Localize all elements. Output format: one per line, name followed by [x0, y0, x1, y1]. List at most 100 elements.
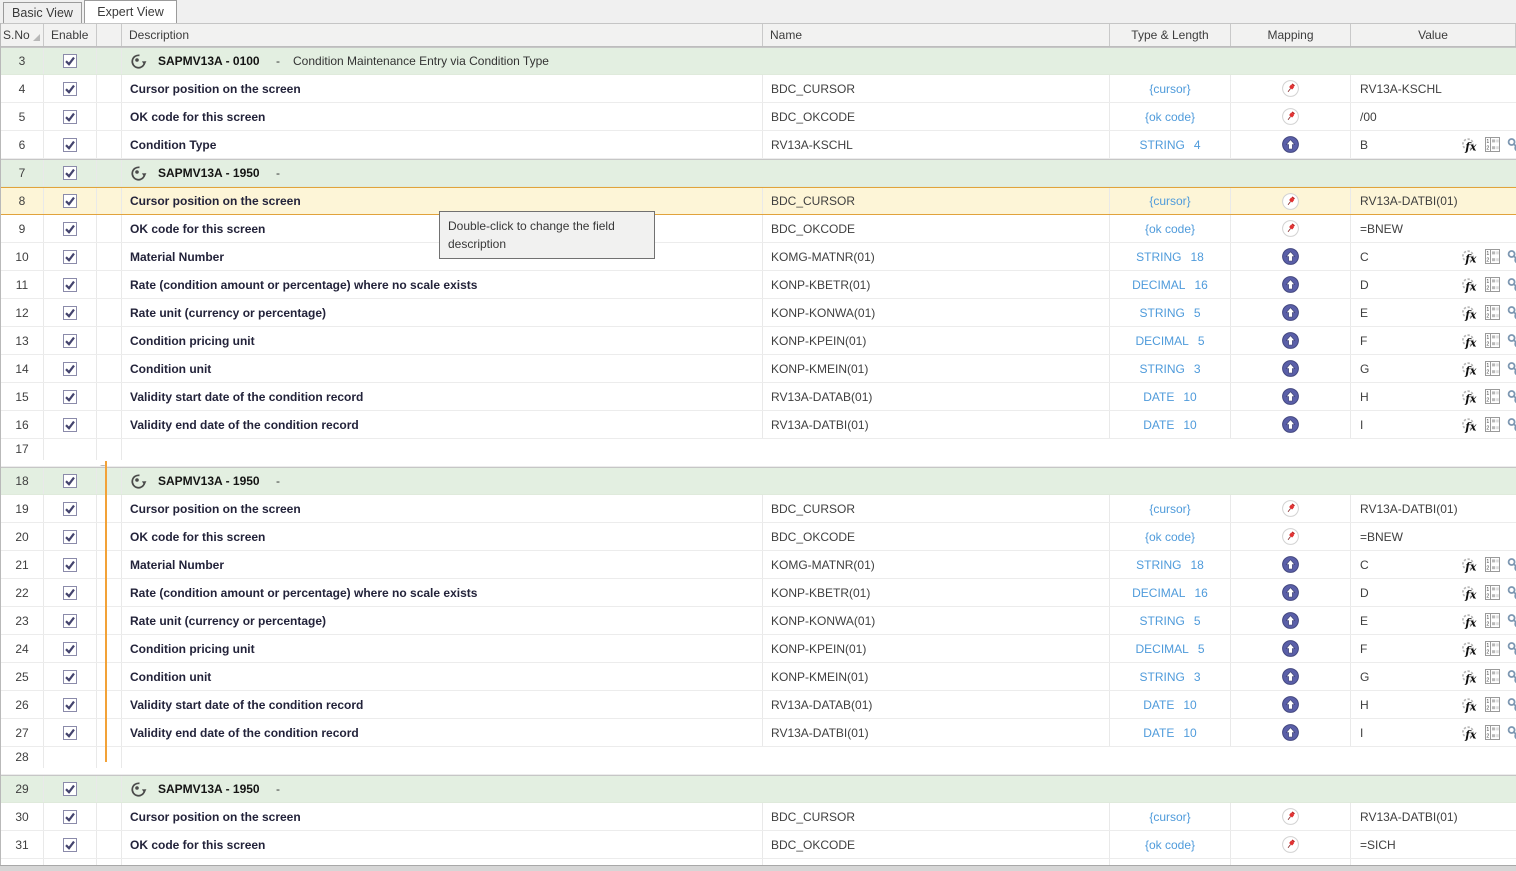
formula-icon[interactable]: fx	[1461, 333, 1478, 349]
formula-icon[interactable]: fx	[1461, 305, 1478, 321]
enable-checkbox[interactable]	[63, 138, 77, 152]
type-length-cell[interactable]: STRING18	[1110, 243, 1231, 270]
enable-checkbox[interactable]	[63, 782, 77, 796]
description-cell[interactable]: Cursor position on the screen	[122, 75, 763, 102]
formula-icon[interactable]: fx	[1461, 557, 1478, 573]
formula-icon[interactable]: fx	[1461, 361, 1478, 377]
pushpin-icon[interactable]	[1282, 80, 1299, 97]
name-cell[interactable]: BDC_OKCODE	[763, 103, 1110, 130]
enable-checkbox[interactable]	[63, 362, 77, 376]
column-header-type-length[interactable]: Type & Length	[1110, 24, 1231, 46]
grid-row-12[interactable]: 12 Rate unit (currency or percentage)KONP…	[1, 299, 1516, 327]
value-cell[interactable]: RV13A-DATBI(01)	[1351, 495, 1516, 522]
formula-icon[interactable]: fx	[1461, 249, 1478, 265]
type-length-cell[interactable]: {cursor}	[1110, 495, 1231, 522]
link-icon[interactable]	[1507, 305, 1516, 321]
type-length-cell[interactable]: DECIMAL16	[1110, 271, 1231, 298]
formula-icon[interactable]: fx	[1461, 641, 1478, 657]
upload-mapping-icon[interactable]	[1282, 612, 1299, 629]
column-header-sno[interactable]: S.No	[1, 24, 44, 46]
type-length-cell[interactable]: {ok code}	[1110, 523, 1231, 550]
description-cell[interactable]: Validity start date of the condition rec…	[122, 383, 763, 410]
column-header-enable[interactable]: Enable	[44, 24, 97, 46]
grid-row-20[interactable]: 20OK code for this screenBDC_OKCODE{ok c…	[1, 523, 1516, 551]
grid-row-15[interactable]: 15Validity start date of the condition r…	[1, 383, 1516, 411]
type-length-cell[interactable]: STRING4	[1110, 131, 1231, 158]
pushpin-icon[interactable]	[1282, 836, 1299, 853]
value-cell[interactable]: =BNEW	[1351, 523, 1516, 550]
description-cell[interactable]: Rate unit (currency or percentage)	[122, 607, 763, 634]
description-cell[interactable]: OK code for this screen	[122, 523, 763, 550]
enable-checkbox[interactable]	[63, 642, 77, 656]
name-cell[interactable]: KONP-KONWA(01)	[763, 299, 1110, 326]
upload-mapping-icon[interactable]	[1282, 696, 1299, 713]
value-cell[interactable]: =BNEW	[1351, 215, 1516, 242]
enable-checkbox[interactable]	[63, 614, 77, 628]
enable-checkbox[interactable]	[63, 558, 77, 572]
mapping-sheet-icon[interactable]: 12	[1485, 669, 1500, 684]
grid-row-5[interactable]: 5OK code for this screenBDC_OKCODE{ok co…	[1, 103, 1516, 131]
formula-icon[interactable]: fx	[1461, 277, 1478, 293]
grid-row-8[interactable]: 8Cursor position on the screenBDC_CURSOR…	[1, 187, 1516, 215]
type-length-cell[interactable]: STRING5	[1110, 299, 1231, 326]
name-cell[interactable]: KONP-KPEIN(01)	[763, 635, 1110, 662]
enable-checkbox[interactable]	[63, 54, 77, 68]
type-length-cell[interactable]: DECIMAL5	[1110, 327, 1231, 354]
link-icon[interactable]	[1507, 333, 1516, 349]
grid-row-18[interactable]: 18SAPMV13A - 1950-	[1, 467, 1516, 495]
enable-checkbox[interactable]	[63, 222, 77, 236]
value-cell[interactable]: Ifx12	[1351, 411, 1516, 438]
link-icon[interactable]	[1507, 697, 1516, 713]
enable-checkbox[interactable]	[63, 278, 77, 292]
formula-icon[interactable]: fx	[1461, 417, 1478, 433]
type-length-cell[interactable]: STRING3	[1110, 663, 1231, 690]
grid-row-28[interactable]: 28End loop	[1, 747, 1516, 775]
grid-row-11[interactable]: 11Rate (condition amount or percentage) …	[1, 271, 1516, 299]
grid-row-25[interactable]: 25Condition unitKONP-KMEIN(01)STRING3Gfx…	[1, 663, 1516, 691]
enable-checkbox[interactable]	[63, 726, 77, 740]
screen-header-cell[interactable]: SAPMV13A - 1950-	[122, 776, 1516, 802]
type-length-cell[interactable]: STRING18	[1110, 551, 1231, 578]
mapping-sheet-icon[interactable]: 12	[1485, 417, 1500, 432]
mapping-sheet-icon[interactable]: 12	[1485, 249, 1500, 264]
upload-mapping-icon[interactable]	[1282, 360, 1299, 377]
mapping-sheet-icon[interactable]: 12	[1485, 557, 1500, 572]
enable-checkbox[interactable]	[63, 418, 77, 432]
description-cell[interactable]: Condition unit	[122, 355, 763, 382]
link-icon[interactable]	[1507, 137, 1516, 153]
name-cell[interactable]: KONP-KPEIN(01)	[763, 327, 1110, 354]
description-cell[interactable]: Cursor position on the screen	[122, 495, 763, 522]
description-cell[interactable]: Rate (condition amount or percentage) wh…	[122, 579, 763, 606]
type-length-cell[interactable]: {cursor}	[1110, 75, 1231, 102]
screen-header-cell[interactable]: SAPMV13A - 1950-	[122, 160, 1516, 186]
link-icon[interactable]	[1507, 417, 1516, 433]
pushpin-icon[interactable]	[1282, 500, 1299, 517]
formula-icon[interactable]: fx	[1461, 389, 1478, 405]
enable-checkbox[interactable]	[63, 110, 77, 124]
mapping-sheet-icon[interactable]: 12	[1485, 613, 1500, 628]
column-header-mapping[interactable]: Mapping	[1231, 24, 1351, 46]
tab-basic-view[interactable]: Basic View	[3, 2, 82, 23]
link-icon[interactable]	[1507, 249, 1516, 265]
name-cell[interactable]: RV13A-KSCHL	[763, 131, 1110, 158]
description-cell[interactable]: Validity end date of the condition recor…	[122, 411, 763, 438]
upload-mapping-icon[interactable]	[1282, 332, 1299, 349]
mapping-sheet-icon[interactable]: 12	[1485, 725, 1500, 740]
tab-expert-view[interactable]: Expert View	[84, 0, 177, 23]
value-cell[interactable]: Dfx12	[1351, 271, 1516, 298]
mapping-sheet-icon[interactable]: 12	[1485, 641, 1500, 656]
enable-checkbox[interactable]	[63, 670, 77, 684]
value-cell[interactable]: =SICH	[1351, 831, 1516, 858]
grid-row-26[interactable]: 26Validity start date of the condition r…	[1, 691, 1516, 719]
grid-row-21[interactable]: 21Material NumberKOMG-MATNR(01)STRING18C…	[1, 551, 1516, 579]
grid-row-13[interactable]: 13Condition pricing unitKONP-KPEIN(01)DE…	[1, 327, 1516, 355]
value-cell[interactable]: Efx12	[1351, 299, 1516, 326]
mapping-sheet-icon[interactable]: 12	[1485, 305, 1500, 320]
value-cell[interactable]: Bfx12	[1351, 131, 1516, 158]
type-length-cell[interactable]: {ok code}	[1110, 831, 1231, 858]
description-cell[interactable]: Rate unit (currency or percentage)	[122, 299, 763, 326]
grid-row-31[interactable]: 31OK code for this screenBDC_OKCODE{ok c…	[1, 831, 1516, 859]
grid-row-10[interactable]: 10Material NumberKOMG-MATNR(01)STRING18C…	[1, 243, 1516, 271]
link-icon[interactable]	[1507, 277, 1516, 293]
screen-header-cell[interactable]: SAPMV13A - 1950-	[122, 468, 1516, 494]
